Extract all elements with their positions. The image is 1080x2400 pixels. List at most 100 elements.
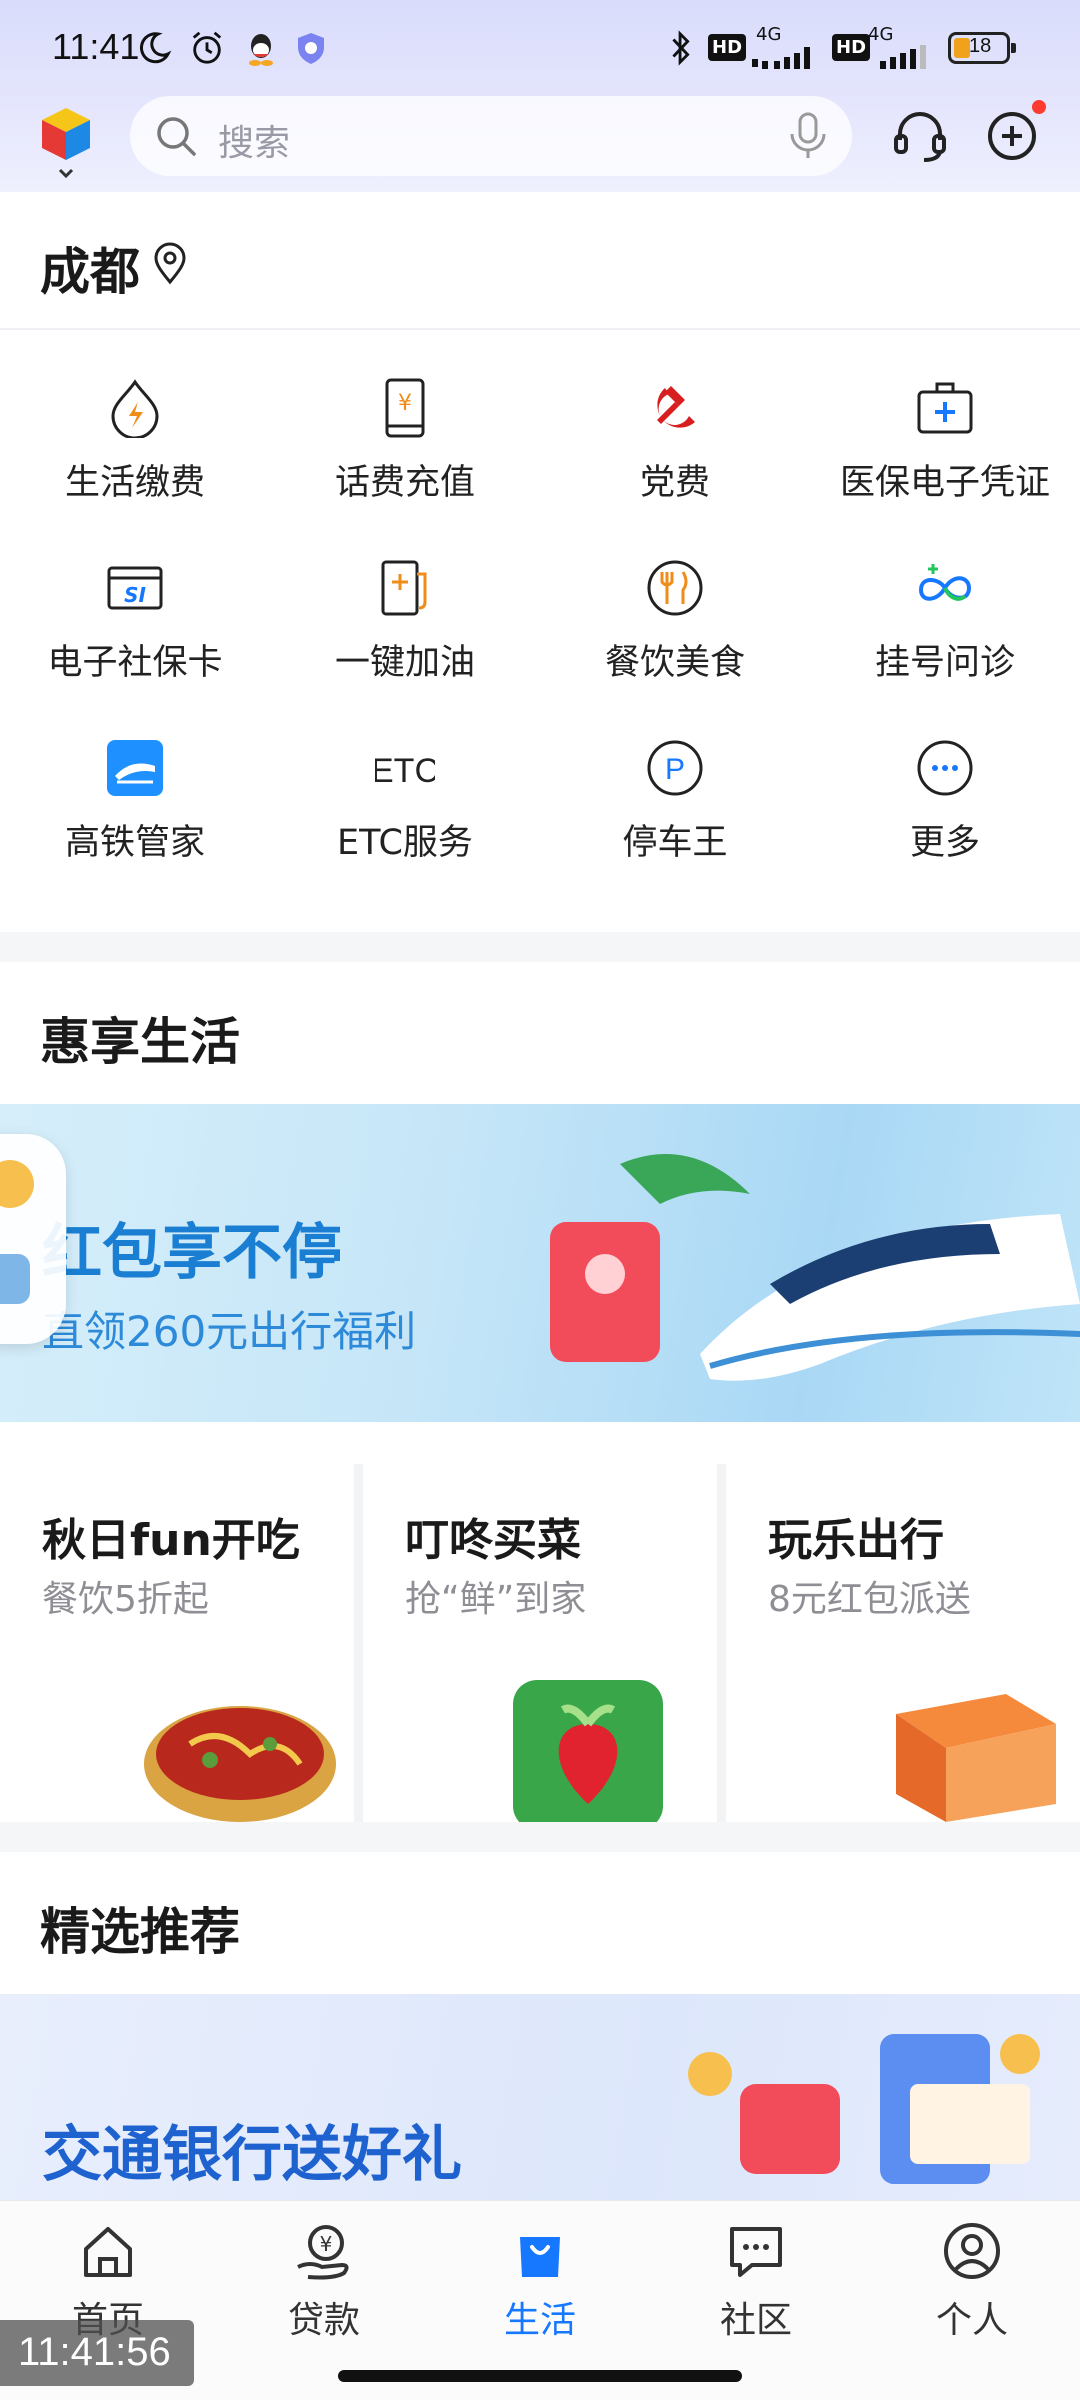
service-item-phone-recharge[interactable]: ¥ 话费充值 bbox=[270, 352, 540, 532]
add-icon[interactable] bbox=[982, 106, 1042, 166]
recommend-section: 精选推荐 交通银行送好礼 数币消费满30返20 bbox=[0, 1852, 1080, 2214]
service-item-utilities[interactable]: 生活缴费 bbox=[0, 352, 270, 532]
search-icon bbox=[157, 117, 196, 156]
section-title-promo: 惠享生活 bbox=[40, 1013, 240, 1071]
promo-card-travel[interactable]: 玩乐出行 8元红包派送 bbox=[726, 1464, 1080, 1822]
services-section: 成都 生活缴费 ¥ 话费充值 党费 医保电子凭证 SI 电子社保卡 一键加油 餐… bbox=[0, 192, 1080, 932]
user-icon bbox=[944, 2223, 1000, 2279]
svg-text:ETC: ETC bbox=[375, 752, 435, 790]
service-label: 一键加油 bbox=[334, 643, 475, 683]
qq-icon bbox=[249, 34, 273, 66]
service-label: ETC服务 bbox=[337, 823, 473, 863]
hotpot-icon bbox=[144, 1706, 336, 1822]
nav-label: 贷款 bbox=[287, 2300, 360, 2341]
clinic-icon bbox=[918, 564, 972, 601]
parking-icon: P bbox=[647, 740, 703, 796]
header: 11:41 HD 4G HD 4G 18 搜索 bbox=[0, 0, 1080, 192]
status-bar: 11:41 HD 4G HD 4G 18 bbox=[0, 0, 1080, 96]
service-item-medical-insurance[interactable]: 医保电子凭证 bbox=[810, 352, 1080, 532]
section-title-recommend: 精选推荐 bbox=[40, 1903, 240, 1961]
social-security-card-icon: SI bbox=[107, 566, 163, 610]
microphone-icon[interactable] bbox=[786, 110, 830, 162]
service-label: 停车王 bbox=[622, 823, 728, 863]
card-subtitle: 抢“鲜”到家 bbox=[405, 1579, 587, 1620]
service-label: 高铁管家 bbox=[64, 823, 205, 863]
dining-icon bbox=[647, 560, 703, 616]
nav-item-loan[interactable]: ¥ 贷款 bbox=[216, 2221, 432, 2361]
fuel-pump-icon bbox=[381, 560, 427, 616]
signal-icon-2 bbox=[880, 45, 926, 69]
promo-section: 惠享生活 红包享不停 直领260元出行福利 秋日fun开吃 餐饮5折起 叮咚买菜… bbox=[0, 962, 1080, 1822]
notification-dot bbox=[1032, 100, 1046, 114]
etc-icon: ETC bbox=[375, 752, 435, 790]
nav-item-community[interactable]: 社区 bbox=[648, 2221, 864, 2361]
floating-widget[interactable] bbox=[0, 1134, 66, 1344]
do-not-disturb-icon bbox=[139, 32, 172, 64]
promo-banner[interactable]: 红包享不停 直领260元出行福利 bbox=[0, 1104, 1080, 1422]
promo-card-grocery[interactable]: 叮咚买菜 抢“鲜”到家 bbox=[363, 1464, 717, 1822]
banner-title: 红包享不停 bbox=[42, 1218, 342, 1288]
nav-label: 生活 bbox=[503, 2300, 576, 2341]
shopping-bag-icon bbox=[520, 2237, 560, 2277]
battery-icon: 18 bbox=[948, 32, 1016, 64]
chat-icon bbox=[730, 2227, 782, 2277]
svg-text:¥: ¥ bbox=[320, 2232, 333, 2256]
banner-subtitle: 直领260元出行福利 bbox=[42, 1307, 417, 1356]
loan-icon: ¥ bbox=[297, 2225, 349, 2280]
service-item-party-fee[interactable]: 党费 bbox=[540, 352, 810, 532]
phone-recharge-icon: ¥ bbox=[385, 378, 425, 438]
screenshot-timestamp: 11:41:56 bbox=[0, 2320, 194, 2386]
location-pin-icon[interactable] bbox=[150, 242, 190, 286]
svg-text:SI: SI bbox=[124, 583, 146, 607]
card-subtitle: 餐饮5折起 bbox=[42, 1579, 209, 1620]
nav-item-profile[interactable]: 个人 bbox=[864, 2221, 1080, 2361]
status-time: 11:41 bbox=[52, 26, 140, 67]
customer-service-icon[interactable] bbox=[890, 106, 950, 166]
service-item-dining[interactable]: 餐饮美食 bbox=[540, 532, 810, 712]
dingdong-app-icon bbox=[513, 1680, 663, 1822]
travel-box-icon bbox=[896, 1694, 1056, 1822]
service-item-parking[interactable]: P 停车王 bbox=[540, 712, 810, 892]
search-bar[interactable]: 搜索 bbox=[130, 96, 852, 176]
service-label: 党费 bbox=[639, 463, 710, 503]
train-illustration-icon bbox=[550, 1154, 1080, 1381]
service-label: 餐饮美食 bbox=[604, 643, 745, 683]
service-item-clinic[interactable]: 挂号问诊 bbox=[810, 532, 1080, 712]
service-label: 医保电子凭证 bbox=[839, 463, 1050, 503]
lightning-drop-icon bbox=[111, 379, 159, 438]
card-title: 秋日fun开吃 bbox=[42, 1515, 300, 1566]
home-indicator[interactable] bbox=[338, 2370, 742, 2382]
service-label: 挂号问诊 bbox=[874, 643, 1015, 683]
service-item-high-speed-rail[interactable]: 高铁管家 bbox=[0, 712, 270, 892]
service-item-fuel[interactable]: 一键加油 bbox=[270, 532, 540, 712]
service-label: 生活缴费 bbox=[64, 463, 205, 503]
signal-icon-1 bbox=[752, 47, 810, 69]
hand-icon bbox=[0, 1254, 30, 1304]
promo-cards: 秋日fun开吃 餐饮5折起 叮咚买菜 抢“鲜”到家 玩乐出行 8元红包派送 bbox=[0, 1464, 1080, 1822]
shield-icon bbox=[298, 33, 324, 64]
search-placeholder: 搜索 bbox=[218, 123, 291, 164]
service-item-social-security-card[interactable]: SI 电子社保卡 bbox=[0, 532, 270, 712]
high-speed-train-icon bbox=[107, 740, 163, 796]
nav-item-life[interactable]: 生活 bbox=[432, 2221, 648, 2361]
recommend-banner-title: 交通银行送好礼 bbox=[42, 2120, 462, 2190]
nav-label: 个人 bbox=[935, 2300, 1008, 2341]
service-label: 电子社保卡 bbox=[47, 643, 223, 683]
card-subtitle: 8元红包派送 bbox=[768, 1579, 971, 1620]
bluetooth-icon bbox=[672, 30, 690, 66]
hd-badge-2: HD bbox=[832, 34, 871, 61]
recommend-banner[interactable]: 交通银行送好礼 数币消费满30返20 bbox=[0, 1994, 1080, 2214]
medical-bag-icon bbox=[917, 382, 973, 434]
city-name[interactable]: 成都 bbox=[40, 232, 140, 304]
svg-text:P: P bbox=[665, 753, 685, 786]
service-label: 话费充值 bbox=[334, 463, 475, 503]
promo-card-dining[interactable]: 秋日fun开吃 餐饮5折起 bbox=[0, 1464, 354, 1822]
divider bbox=[0, 328, 1080, 330]
alarm-icon bbox=[192, 31, 222, 64]
home-icon bbox=[84, 2227, 132, 2277]
service-item-etc[interactable]: ETC ETC服务 bbox=[270, 712, 540, 892]
service-item-more[interactable]: 更多 bbox=[810, 712, 1080, 892]
nav-label: 社区 bbox=[719, 2300, 792, 2341]
more-icon bbox=[917, 740, 973, 796]
app-switcher-logo-icon[interactable] bbox=[38, 102, 94, 182]
